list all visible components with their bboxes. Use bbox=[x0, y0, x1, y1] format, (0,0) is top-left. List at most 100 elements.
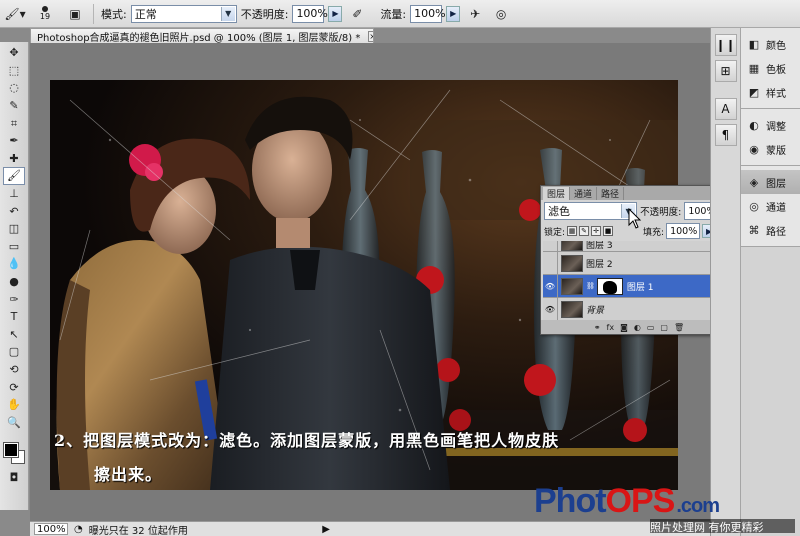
close-icon[interactable]: × bbox=[368, 30, 373, 42]
brush-tool-icon[interactable]: 🖌 bbox=[3, 167, 25, 185]
eye-hidden-icon[interactable] bbox=[543, 241, 558, 251]
dock-item-swatches[interactable]: ▦ 色板 bbox=[741, 56, 800, 80]
eyedropper-tool-icon[interactable]: ✒ bbox=[3, 132, 25, 150]
watermark-part-2: OPS bbox=[605, 482, 676, 520]
watermark-part-1: Phot bbox=[534, 482, 607, 520]
opacity-slider-arrow-icon[interactable]: ▶ bbox=[328, 5, 343, 22]
brush-panel-toggle-icon[interactable]: ▣ bbox=[64, 4, 86, 24]
layer-row[interactable]: 👁 ⛓ 图层 1 bbox=[543, 275, 726, 298]
tab-channels[interactable]: 通道 bbox=[570, 187, 598, 200]
add-mask-icon[interactable]: ◙ bbox=[620, 323, 628, 332]
character-icon[interactable]: A bbox=[714, 98, 737, 120]
flow-input[interactable]: 100% bbox=[410, 4, 446, 23]
watermark-slogan: 照片处理网 有你更精彩 bbox=[650, 519, 795, 533]
dock-item-channels[interactable]: ◎ 通道 bbox=[741, 194, 800, 218]
blend-mode-select[interactable]: 滤色 ▼ bbox=[544, 202, 638, 220]
quick-select-tool-icon[interactable]: ✎ bbox=[3, 97, 25, 115]
lock-all-icon[interactable]: ■ bbox=[603, 226, 614, 236]
layer-row[interactable]: 图层 2 bbox=[543, 252, 726, 275]
opacity-label: 不透明度: bbox=[240, 7, 289, 21]
document-tab[interactable]: Photoshop合成逼真的褪色旧照片.psd @ 100% (图层 1, 图层… bbox=[30, 28, 374, 43]
3d-orbit-tool-icon[interactable]: ⟳ bbox=[3, 378, 25, 396]
eye-icon[interactable]: 👁 bbox=[543, 275, 558, 297]
zoom-tool-icon[interactable]: 🔍 bbox=[3, 413, 25, 431]
dock-item-color[interactable]: ◧ 颜色 bbox=[741, 32, 800, 56]
dock-item-paths[interactable]: ⌘ 路径 bbox=[741, 218, 800, 242]
healing-tool-icon[interactable]: ✚ bbox=[3, 150, 25, 168]
layer-style-icon[interactable]: fx bbox=[607, 323, 615, 332]
lock-pixels-icon[interactable]: ✎ bbox=[579, 226, 590, 236]
fill-input[interactable]: 100% bbox=[666, 223, 701, 239]
eye-icon[interactable]: 👁 bbox=[543, 298, 558, 320]
document-title: Photoshop合成逼真的褪色旧照片.psd @ 100% (图层 1, 图层… bbox=[37, 32, 361, 44]
navigator-icon[interactable]: ⊞ bbox=[714, 60, 737, 82]
layer-mask-thumbnail[interactable] bbox=[596, 277, 623, 295]
mask-link-icon[interactable]: ⛓ bbox=[586, 282, 595, 290]
dock-item-masks[interactable]: ◉ 蒙版 bbox=[741, 137, 800, 161]
layer-thumbnail[interactable] bbox=[561, 300, 583, 318]
adjustment-layer-icon[interactable]: ◐ bbox=[634, 323, 641, 332]
separator bbox=[93, 3, 94, 24]
tab-paths[interactable]: 路径 bbox=[597, 187, 625, 200]
blur-tool-icon[interactable]: 💧 bbox=[3, 255, 25, 273]
crop-tool-icon[interactable]: ⌗ bbox=[3, 114, 25, 132]
layer-name: 图层 2 bbox=[586, 259, 613, 270]
layer-list: 图层 3图层 2👁⛓图层 1👁背景🔒 bbox=[543, 241, 726, 321]
history-brush-tool-icon[interactable]: ↶ bbox=[3, 202, 25, 220]
pen-tool-icon[interactable]: ✑ bbox=[3, 290, 25, 308]
layer-row[interactable]: 图层 3 bbox=[543, 241, 726, 252]
foreground-color-swatch[interactable] bbox=[3, 442, 19, 459]
trash-icon[interactable]: 🗑 bbox=[674, 323, 684, 332]
lock-position-icon[interactable]: ✛ bbox=[591, 226, 602, 236]
swatches-icon: ▦ bbox=[748, 61, 760, 75]
flow-slider-arrow-icon[interactable]: ▶ bbox=[446, 5, 461, 22]
type-tool-icon[interactable]: T bbox=[3, 308, 25, 326]
dock-item-styles[interactable]: ◩ 样式 bbox=[741, 80, 800, 104]
opacity-input[interactable]: 100% bbox=[292, 4, 328, 23]
new-layer-icon[interactable]: ▢ bbox=[660, 323, 668, 332]
lasso-tool-icon[interactable]: ◌ bbox=[3, 79, 25, 97]
styles-icon: ◩ bbox=[748, 85, 760, 99]
brush-tool-preset-icon[interactable]: 🖌▾ bbox=[4, 4, 26, 24]
history-icon[interactable]: ❙❙ bbox=[714, 34, 737, 56]
layer-thumbnail[interactable] bbox=[561, 277, 583, 295]
dodge-tool-icon[interactable]: ● bbox=[3, 273, 25, 291]
dock-item-label: 通道 bbox=[766, 202, 786, 214]
airbrush-icon[interactable]: ✈ bbox=[464, 4, 486, 24]
brush-size-picker[interactable]: 19 bbox=[30, 2, 60, 26]
status-arrow-icon[interactable]: ▶ bbox=[322, 524, 330, 535]
gradient-tool-icon[interactable]: ▭ bbox=[3, 238, 25, 256]
layer-thumbnail[interactable] bbox=[561, 241, 583, 251]
3d-rotate-tool-icon[interactable]: ⟲ bbox=[3, 361, 25, 379]
dock-item-layers[interactable]: ◈ 图层 bbox=[741, 170, 800, 194]
shape-tool-icon[interactable]: ▢ bbox=[3, 343, 25, 361]
tab-layers[interactable]: 图层 bbox=[543, 187, 571, 200]
watermark-logo: PhotOPS .com bbox=[534, 484, 774, 518]
chevron-down-icon: ▼ bbox=[220, 6, 235, 21]
dock-item-adjustments[interactable]: ◐ 调整 bbox=[741, 113, 800, 137]
eraser-tool-icon[interactable]: ◫ bbox=[3, 220, 25, 238]
layer-thumbnail[interactable] bbox=[561, 254, 583, 272]
layer-opacity-label: 不透明度: bbox=[640, 207, 682, 218]
color-swatches[interactable] bbox=[2, 435, 26, 465]
link-layers-icon[interactable]: ⚭ bbox=[594, 323, 601, 332]
hand-tool-icon[interactable]: ✋ bbox=[3, 396, 25, 414]
lock-transparency-icon[interactable]: ▦ bbox=[567, 226, 578, 236]
paragraph-icon[interactable]: ¶ bbox=[714, 124, 737, 146]
pressure-size-icon[interactable]: ◎ bbox=[490, 4, 512, 24]
clone-stamp-tool-icon[interactable]: ⊥ bbox=[3, 185, 25, 203]
group-icon[interactable]: ▭ bbox=[647, 323, 655, 332]
path-select-tool-icon[interactable]: ↖ bbox=[3, 326, 25, 344]
zoom-input[interactable]: 100% bbox=[34, 523, 68, 535]
flow-label: 流量: bbox=[380, 7, 407, 21]
quick-mask-icon[interactable]: ◘ bbox=[3, 469, 25, 487]
marquee-tool-icon[interactable]: ⬚ bbox=[3, 62, 25, 80]
move-tool-icon[interactable]: ✥ bbox=[3, 44, 25, 62]
layer-row[interactable]: 👁背景🔒 bbox=[543, 298, 726, 321]
tools-panel: ✥ ⬚ ◌ ✎ ⌗ ✒ ✚ 🖌 ⊥ ↶ ◫ ▭ 💧 ● ✑ T ↖ ▢ ⟲ ⟳ ✋ 🔍 ◘ bbox=[0, 42, 29, 510]
eye-hidden-icon[interactable] bbox=[543, 252, 558, 274]
fill-label: 填充: bbox=[643, 227, 665, 238]
status-info-icon[interactable]: ◔ bbox=[74, 524, 83, 535]
pressure-opacity-icon[interactable]: ✐ bbox=[346, 4, 368, 24]
mode-select[interactable]: 正常 ▼ bbox=[130, 4, 237, 23]
